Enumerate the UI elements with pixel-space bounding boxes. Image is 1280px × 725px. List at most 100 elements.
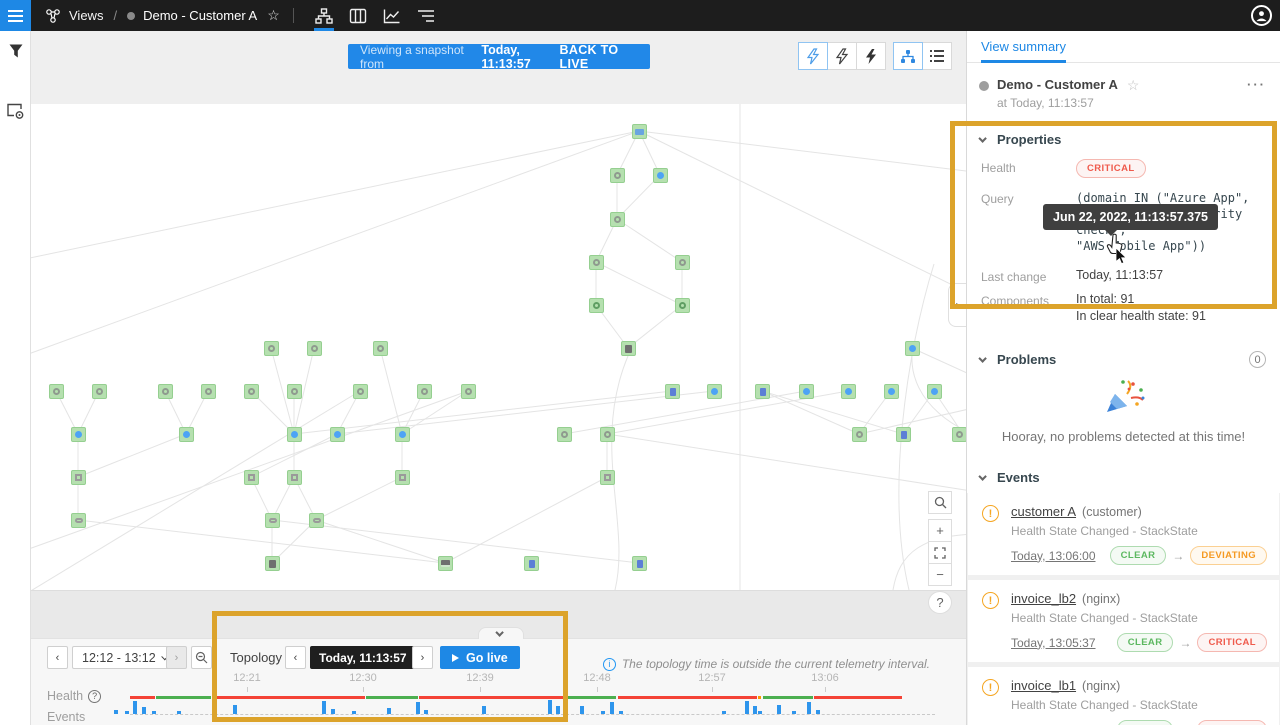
topology-node[interactable] xyxy=(71,427,86,442)
event-count-bar[interactable] xyxy=(177,711,181,714)
topology-node[interactable] xyxy=(71,470,86,485)
topology-node[interactable] xyxy=(675,298,690,313)
event-count-bar[interactable] xyxy=(753,706,757,714)
health-timeline-segment[interactable] xyxy=(213,696,365,699)
topology-node[interactable] xyxy=(309,513,324,528)
event-count-bar[interactable] xyxy=(482,706,486,714)
event-count-bar[interactable] xyxy=(610,702,614,714)
table-view-icon[interactable] xyxy=(341,0,375,31)
topology-node[interactable] xyxy=(287,384,302,399)
topology-node[interactable] xyxy=(417,384,432,399)
last-change-value[interactable]: Today, 11:13:57 xyxy=(1076,268,1163,284)
topology-node[interactable] xyxy=(244,470,259,485)
event-count-bar[interactable] xyxy=(133,701,137,714)
tab-view-summary[interactable]: View summary xyxy=(981,31,1066,63)
topology-node[interactable] xyxy=(927,384,942,399)
user-avatar[interactable] xyxy=(1251,5,1272,26)
problems-section-header[interactable]: Problems 0 xyxy=(967,337,1280,376)
topology-node[interactable] xyxy=(557,427,572,442)
topology-node[interactable] xyxy=(632,124,647,139)
topology-view-icon[interactable] xyxy=(307,0,341,31)
topology-node[interactable] xyxy=(600,427,615,442)
event-time-link[interactable]: Today, 13:05:37 xyxy=(1011,636,1096,650)
views-label[interactable]: Views xyxy=(69,8,103,23)
event-count-bar[interactable] xyxy=(619,711,623,714)
topology-node[interactable] xyxy=(665,384,680,399)
event-count-bar[interactable] xyxy=(758,711,762,714)
topology-node[interactable] xyxy=(395,427,410,442)
zoom-in-button[interactable]: + xyxy=(928,519,952,542)
topology-node[interactable] xyxy=(179,427,194,442)
topology-node[interactable] xyxy=(158,384,173,399)
topology-node[interactable] xyxy=(438,556,453,571)
filter-icon[interactable] xyxy=(0,31,31,71)
search-zoom-button[interactable] xyxy=(928,491,952,514)
events-list-icon[interactable] xyxy=(409,0,443,31)
topology-node[interactable] xyxy=(265,556,280,571)
topology-node[interactable] xyxy=(287,427,302,442)
event-count-bar[interactable] xyxy=(152,711,156,714)
event-count-bar[interactable] xyxy=(722,711,726,714)
topology-node[interactable] xyxy=(265,513,280,528)
topology-node[interactable] xyxy=(49,384,64,399)
topology-node[interactable] xyxy=(610,168,625,183)
problems-filter-outline-button[interactable] xyxy=(827,42,857,70)
topology-canvas[interactable] xyxy=(31,104,966,590)
topology-node[interactable] xyxy=(884,384,899,399)
panel-expand-handle[interactable]: › xyxy=(948,283,966,327)
event-count-bar[interactable] xyxy=(792,711,796,714)
event-count-bar[interactable] xyxy=(745,701,749,714)
topology-node[interactable] xyxy=(589,298,604,313)
topology-node[interactable] xyxy=(330,427,345,442)
topology-node[interactable] xyxy=(71,513,86,528)
event-count-bar[interactable] xyxy=(424,710,428,714)
breadcrumb-view-name[interactable]: Demo - Customer A xyxy=(143,8,257,23)
event-count-bar[interactable] xyxy=(352,711,356,714)
topology-node[interactable] xyxy=(201,384,216,399)
event-count-bar[interactable] xyxy=(114,710,118,714)
health-timeline-segment[interactable] xyxy=(156,696,211,699)
health-timeline-segment[interactable] xyxy=(618,696,757,699)
event-count-bar[interactable] xyxy=(548,700,552,714)
health-timeline-segment[interactable] xyxy=(758,696,761,699)
topology-node[interactable] xyxy=(952,427,967,442)
topology-node[interactable] xyxy=(395,470,410,485)
topology-node[interactable] xyxy=(353,384,368,399)
favorite-star-icon[interactable]: ☆ xyxy=(267,7,280,24)
telemetry-chart-icon[interactable] xyxy=(375,0,409,31)
event-component-link[interactable]: invoice_lb2 xyxy=(1011,591,1076,606)
event-count-bar[interactable] xyxy=(142,707,146,714)
view-settings-icon[interactable] xyxy=(0,91,31,131)
topology-node[interactable] xyxy=(524,556,539,571)
health-timeline-segment[interactable] xyxy=(565,696,616,699)
health-timeline-segment[interactable] xyxy=(419,696,564,699)
fit-to-screen-button[interactable] xyxy=(928,541,952,564)
topology-node[interactable] xyxy=(675,255,690,270)
back-to-live-button[interactable]: BACK TO LIVE xyxy=(560,43,638,71)
topology-node[interactable] xyxy=(841,384,856,399)
event-time-link[interactable]: Today, 13:06:00 xyxy=(1011,549,1096,563)
favorite-star-icon[interactable]: ☆ xyxy=(1127,77,1140,94)
topology-mode-button[interactable] xyxy=(893,42,923,70)
timeline-collapse-toggle[interactable] xyxy=(478,627,524,639)
topology-node[interactable] xyxy=(905,341,920,356)
problems-filter-all-button[interactable] xyxy=(798,42,828,70)
events-section-header[interactable]: Events xyxy=(967,456,1280,493)
topology-node[interactable] xyxy=(461,384,476,399)
event-count-bar[interactable] xyxy=(580,706,584,714)
help-button[interactable]: ? xyxy=(928,591,952,614)
event-count-bar[interactable] xyxy=(807,702,811,714)
event-count-bar[interactable] xyxy=(125,711,129,714)
topology-node[interactable] xyxy=(896,427,911,442)
health-timeline-segment[interactable] xyxy=(366,696,418,699)
topology-node[interactable] xyxy=(852,427,867,442)
event-count-bar[interactable] xyxy=(601,711,605,714)
topology-node[interactable] xyxy=(287,470,302,485)
health-timeline-segment[interactable] xyxy=(814,696,902,699)
event-component-link[interactable]: invoice_lb1 xyxy=(1011,678,1076,693)
topology-node[interactable] xyxy=(373,341,388,356)
event-count-bar[interactable] xyxy=(416,702,420,714)
event-count-bar[interactable] xyxy=(556,706,560,714)
event-count-bar[interactable] xyxy=(816,710,820,714)
health-timeline-segment[interactable] xyxy=(763,696,813,699)
